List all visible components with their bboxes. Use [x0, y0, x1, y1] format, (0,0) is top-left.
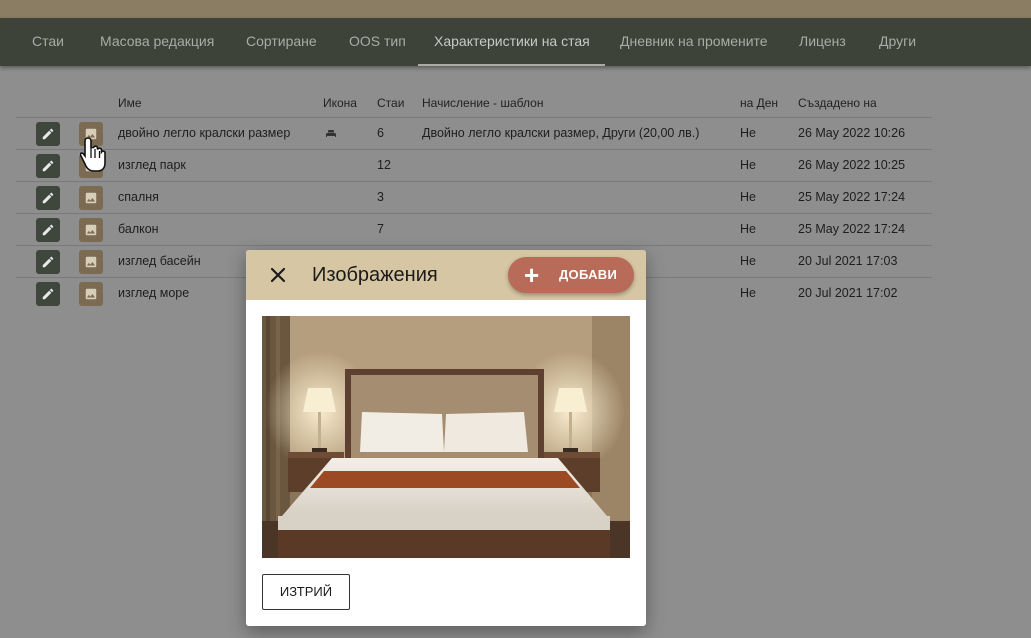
cell-per-day: Не: [740, 190, 756, 204]
plus-icon: +: [524, 260, 540, 290]
cell-name: балкон: [118, 222, 159, 236]
tab-oos-type[interactable]: OOS тип: [349, 18, 406, 66]
images-button[interactable]: [79, 250, 103, 274]
cell-per-day: Не: [740, 222, 756, 236]
tab-rooms[interactable]: Стаи: [32, 18, 64, 66]
images-dialog: Изображения + ДОБАВИ ИЗТРИЙ: [246, 250, 646, 626]
images-button[interactable]: [79, 218, 103, 242]
bed-icon: [326, 130, 336, 137]
cell-per-day: Не: [740, 158, 756, 172]
dialog-title: Изображения: [312, 264, 438, 286]
edit-button[interactable]: [36, 250, 60, 274]
cell-name: спалня: [118, 190, 159, 204]
dialog-header: Изображения + ДОБАВИ: [246, 250, 646, 300]
header-name[interactable]: Име: [118, 88, 142, 118]
images-button[interactable]: [79, 186, 103, 210]
cell-created: 26 May 2022 10:25: [798, 158, 906, 172]
hand-cursor-icon: [80, 137, 106, 172]
header-created[interactable]: Създадено на: [798, 88, 877, 118]
cell-per-day: Не: [740, 126, 756, 140]
pencil-icon: [42, 128, 54, 140]
cell-icon: [325, 118, 337, 150]
cell-created: 20 Jul 2021 17:03: [798, 254, 898, 268]
cell-created: 25 May 2022 17:24: [798, 222, 906, 236]
header-icon[interactable]: Икона: [323, 88, 357, 118]
cell-rooms: 6: [377, 126, 384, 140]
tab-bulk-edit[interactable]: Масова редакция: [100, 18, 214, 66]
tab-license[interactable]: Лиценз: [799, 18, 846, 66]
cell-name: изглед парк: [118, 158, 186, 172]
add-image-button[interactable]: + ДОБАВИ: [508, 257, 634, 293]
image-icon: [85, 256, 97, 268]
edit-button[interactable]: [36, 282, 60, 306]
pencil-icon: [42, 160, 54, 172]
table-row: изглед парк 12 Не 26 May 2022 10:25: [16, 149, 932, 181]
header-rooms[interactable]: Стаи: [377, 88, 404, 118]
tab-room-features[interactable]: Характеристики на стая: [418, 18, 605, 66]
cell-rooms: 12: [377, 158, 391, 172]
images-button[interactable]: [79, 282, 103, 306]
cell-charge: Двойно легло кралски размер, Други (20,0…: [422, 126, 700, 140]
cell-per-day: Не: [740, 286, 756, 300]
cell-name: изглед море: [118, 286, 190, 300]
table-row: спалня 3 Не 25 May 2022 17:24: [16, 181, 932, 213]
pencil-icon: [42, 288, 54, 300]
table-row: балкон 7 Не 25 May 2022 17:24: [16, 213, 932, 245]
cell-per-day: Не: [740, 254, 756, 268]
table-row: двойно легло кралски размер 6 Двойно лег…: [16, 117, 932, 149]
close-icon: [270, 267, 286, 283]
cell-name: двойно легло кралски размер: [118, 126, 291, 140]
image-icon: [85, 224, 97, 236]
tab-other[interactable]: Други: [879, 18, 916, 66]
room-photo[interactable]: [262, 316, 630, 558]
add-button-label: ДОБАВИ: [559, 267, 618, 282]
edit-button[interactable]: [36, 154, 60, 178]
edit-button[interactable]: [36, 218, 60, 242]
top-strip: [0, 0, 1031, 18]
cell-name: изглед басейн: [118, 254, 201, 268]
cell-created: 20 Jul 2021 17:02: [798, 286, 898, 300]
tab-change-log[interactable]: Дневник на промените: [620, 18, 768, 66]
cell-rooms: 3: [377, 190, 384, 204]
tab-sorting[interactable]: Сортиране: [246, 18, 317, 66]
image-icon: [85, 288, 97, 300]
cell-created: 26 May 2022 10:26: [798, 126, 906, 140]
edit-button[interactable]: [36, 186, 60, 210]
close-button[interactable]: [266, 263, 290, 287]
pencil-icon: [42, 224, 54, 236]
image-icon: [85, 192, 97, 204]
header-per-day[interactable]: на Ден: [740, 88, 778, 118]
cell-rooms: 7: [377, 222, 384, 236]
pencil-icon: [42, 256, 54, 268]
cell-created: 25 May 2022 17:24: [798, 190, 906, 204]
top-nav: Стаи Масова редакция Сортиране OOS тип Х…: [0, 18, 1031, 66]
delete-button[interactable]: ИЗТРИЙ: [262, 574, 350, 610]
edit-button[interactable]: [36, 122, 60, 146]
pencil-icon: [42, 192, 54, 204]
header-charge-template[interactable]: Начисление - шаблон: [422, 88, 543, 118]
